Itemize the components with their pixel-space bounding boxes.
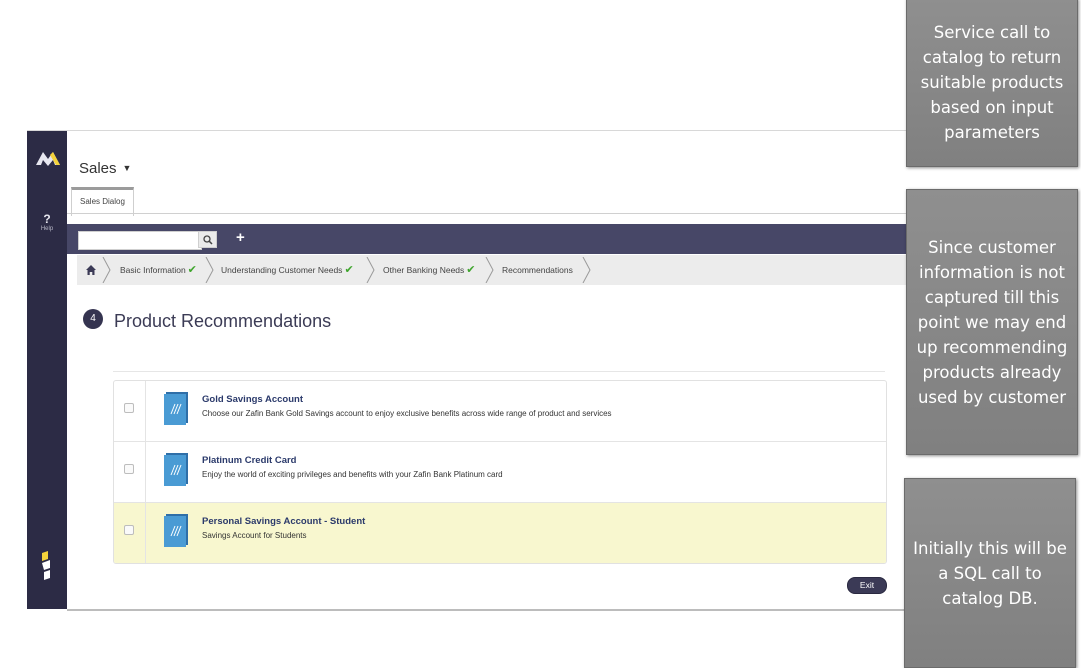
product-checkbox[interactable]: [124, 525, 134, 535]
checkmark-icon: ✔: [344, 264, 354, 276]
breadcrumb-separator: [102, 257, 111, 283]
app-title-menu[interactable]: Sales ▼: [79, 160, 131, 177]
main-content: Sales ▼ Sales Dialog + Basic Information ✔: [67, 131, 1035, 611]
breadcrumb-step-understanding-customer-needs[interactable]: Understanding Customer Needs ✔: [221, 255, 354, 285]
checkmark-icon: ✔: [187, 264, 197, 276]
app-title: Sales: [79, 160, 117, 177]
breadcrumb-separator: [582, 257, 591, 283]
breadcrumb-separator: [205, 257, 214, 283]
breadcrumb-step-label: Other Banking Needs: [383, 265, 465, 275]
toolbar: +: [67, 224, 1035, 254]
step-number-badge: 4: [83, 309, 103, 329]
product-name[interactable]: Gold Savings Account: [202, 394, 303, 405]
breadcrumb-separator: [366, 257, 375, 283]
callout-sql-call: Initially this will be a SQL call to cat…: [904, 478, 1076, 668]
product-row[interactable]: Gold Savings Account Choose our Zafin Ba…: [114, 381, 886, 442]
breadcrumb-step-basic-information[interactable]: Basic Information ✔: [120, 255, 197, 285]
tab-sales-dialog[interactable]: Sales Dialog: [71, 187, 134, 216]
breadcrumb-step-label: Understanding Customer Needs: [221, 265, 343, 275]
callout-service-call: Service call to catalog to return suitab…: [906, 0, 1078, 167]
search-button[interactable]: [198, 231, 217, 248]
callout-text: Since customer information is not captur…: [916, 237, 1068, 407]
breadcrumb-separator: [485, 257, 494, 283]
product-description: Savings Account for Students: [202, 531, 307, 540]
product-checkbox[interactable]: [124, 403, 134, 413]
brand-mark-icon: [42, 551, 50, 580]
breadcrumb: Basic Information ✔ Understanding Custome…: [77, 255, 1035, 285]
breadcrumb-step-label: Basic Information: [120, 265, 186, 275]
section-divider: [113, 371, 885, 372]
home-icon[interactable]: [85, 264, 97, 276]
product-list: Gold Savings Account Choose our Zafin Ba…: [113, 380, 887, 564]
page-title: Product Recommendations: [114, 311, 332, 331]
checkmark-icon: ✔: [466, 264, 476, 276]
product-card-icon: [164, 453, 188, 486]
callout-text: Initially this will be a SQL call to cat…: [913, 538, 1067, 608]
app-window: ? Help Sales ▼ Sales Dialog + Basic Info…: [27, 130, 1035, 611]
callout-customer-info: Since customer information is not captur…: [906, 189, 1078, 455]
checkbox-cell: [114, 442, 146, 502]
product-row[interactable]: Personal Savings Account - Student Savin…: [114, 503, 886, 563]
callout-text: Service call to catalog to return suitab…: [920, 23, 1064, 142]
product-card-icon: [164, 392, 188, 425]
question-icon: ?: [43, 212, 51, 226]
product-description: Choose our Zafin Bank Gold Savings accou…: [202, 409, 612, 418]
product-description: Enjoy the world of exciting privileges a…: [202, 470, 503, 479]
app-logo-icon[interactable]: [36, 149, 60, 167]
product-row[interactable]: Platinum Credit Card Enjoy the world of …: [114, 442, 886, 503]
chevron-down-icon: ▼: [122, 163, 132, 173]
exit-button[interactable]: Exit: [847, 577, 887, 594]
checkbox-cell: [114, 381, 146, 441]
tab-divider: [67, 213, 1035, 214]
search-icon: [202, 234, 213, 245]
side-rail: ? Help: [27, 131, 67, 609]
product-name[interactable]: Platinum Credit Card: [202, 455, 297, 466]
help-button[interactable]: ? Help: [27, 213, 67, 233]
plus-icon[interactable]: +: [236, 228, 245, 248]
breadcrumb-step-other-banking-needs[interactable]: Other Banking Needs ✔: [383, 255, 476, 285]
product-name[interactable]: Personal Savings Account - Student: [202, 516, 365, 527]
help-label: Help: [40, 226, 54, 232]
product-card-icon: [164, 514, 188, 547]
breadcrumb-step-recommendations[interactable]: Recommendations: [502, 255, 573, 285]
checkbox-cell: [114, 503, 146, 563]
product-checkbox[interactable]: [124, 464, 134, 474]
breadcrumb-step-label: Recommendations: [502, 265, 573, 275]
search-input[interactable]: [78, 231, 202, 250]
